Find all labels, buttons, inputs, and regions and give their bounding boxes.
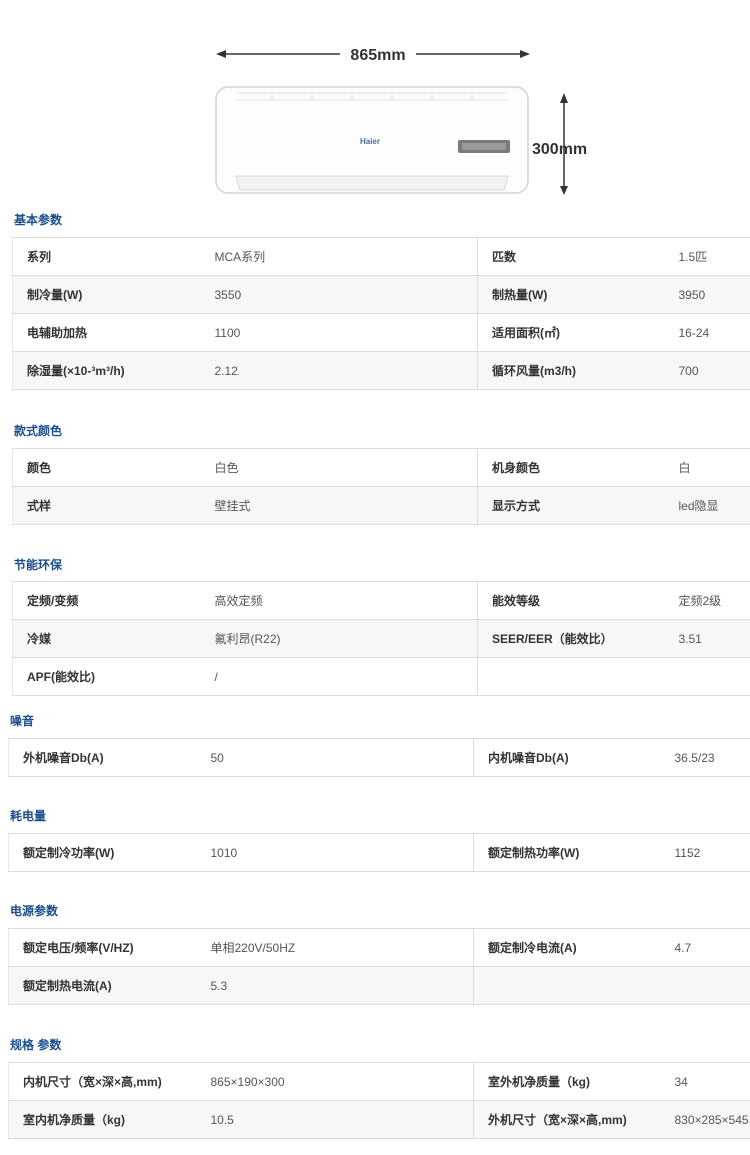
param-key: 制冷量(W) — [12, 275, 201, 314]
param-value: 3.51 — [664, 619, 750, 658]
param-key: 内机噪音Db(A) — [473, 738, 661, 777]
param-key: 额定电压/频率(V/HZ) — [8, 928, 197, 967]
param-value: 34 — [660, 1062, 750, 1101]
table-row: 电辅助加热 1100 适用面积(㎡) 16-24 — [12, 313, 750, 352]
spec-table-specifications: 内机尺寸（宽×深×高,mm) 865×190×300 室外机净质量（kg) 34… — [8, 1062, 750, 1139]
param-value: 10.5 — [196, 1100, 474, 1139]
param-key: 电辅助加热 — [12, 313, 201, 352]
spec-table-power-supply: 额定电压/频率(V/HZ) 单相220V/50HZ 额定制冷电流(A) 4.7 … — [8, 928, 750, 1005]
table-row: 内机尺寸（宽×深×高,mm) 865×190×300 室外机净质量（kg) 34 — [8, 1062, 750, 1101]
param-key: 适用面积(㎡) — [477, 313, 665, 352]
param-value: 4.7 — [660, 928, 750, 967]
table-row: 系列 MCA系列 匹数 1.5匹 — [12, 237, 750, 276]
brand-logo: Haier — [360, 137, 380, 146]
param-value: 壁挂式 — [200, 486, 478, 525]
param-key — [477, 657, 665, 696]
param-key: 额定制热电流(A) — [8, 966, 197, 1005]
table-row: 冷媒 氟利昂(R22) SEER/EER（能效比） 3.51 — [12, 619, 750, 658]
table-row: 颜色 白色 机身颜色 白 — [12, 448, 750, 487]
param-key: APF(能效比) — [12, 657, 201, 696]
param-value: 单相220V/50HZ — [196, 928, 474, 967]
param-value: 36.5/23 — [660, 738, 750, 777]
param-value: 高效定频 — [200, 581, 478, 620]
param-value: 1100 — [200, 313, 478, 352]
param-value: 50 — [196, 738, 474, 777]
param-key: 室内机净质量（kg) — [8, 1100, 197, 1139]
table-row: 式样 壁挂式 显示方式 led隐显 — [12, 486, 750, 525]
param-key: 循环风量(m3/h) — [477, 351, 665, 390]
param-value: 白色 — [200, 448, 478, 487]
param-value: 氟利昂(R22) — [200, 619, 478, 658]
width-label: 865mm — [350, 47, 405, 64]
param-key: 系列 — [12, 237, 201, 276]
table-row: 室内机净质量（kg) 10.5 外机尺寸（宽×深×高,mm) 830×285×5… — [8, 1100, 750, 1139]
param-key: 室外机净质量（kg) — [473, 1062, 661, 1101]
param-value: 白 — [664, 448, 750, 487]
section-title-energy: 节能环保 — [14, 558, 63, 572]
param-key: SEER/EER（能效比） — [477, 619, 665, 658]
param-value: MCA系列 — [200, 237, 478, 276]
param-value: / — [200, 657, 478, 696]
param-key: 外机尺寸（宽×深×高,mm) — [473, 1100, 661, 1139]
param-key: 颜色 — [12, 448, 201, 487]
table-row: 外机噪音Db(A) 50 内机噪音Db(A) 36.5/23 — [8, 738, 750, 777]
section-title-style: 款式颜色 — [14, 424, 63, 438]
param-key: 内机尺寸（宽×深×高,mm) — [8, 1062, 197, 1101]
param-value: 16-24 — [664, 313, 750, 352]
table-row: 定频/变频 高效定频 能效等级 定频2级 — [12, 581, 750, 620]
param-value: 3550 — [200, 275, 478, 314]
table-row: 额定电压/频率(V/HZ) 单相220V/50HZ 额定制冷电流(A) 4.7 — [8, 928, 750, 967]
spec-table-noise: 外机噪音Db(A) 50 内机噪音Db(A) 36.5/23 — [8, 738, 750, 777]
param-key: 外机噪音Db(A) — [8, 738, 197, 777]
param-key — [473, 966, 661, 1005]
table-row: 除湿量(×10-³m³/h) 2.12 循环风量(m3/h) 700 — [12, 351, 750, 390]
spec-table-style: 颜色 白色 机身颜色 白 式样 壁挂式 显示方式 led隐显 — [12, 448, 750, 525]
product-dimension-diagram: 865mm Haier 300mm — [215, 47, 587, 195]
section-title-basic: 基本参数 — [14, 213, 63, 227]
table-row: 制冷量(W) 3550 制热量(W) 3950 — [12, 275, 750, 314]
param-key: 制热量(W) — [477, 275, 665, 314]
param-key: 额定制冷电流(A) — [473, 928, 661, 967]
section-title-power-supply: 电源参数 — [10, 904, 59, 918]
param-value — [664, 657, 750, 696]
param-value: 865×190×300 — [196, 1062, 474, 1101]
param-key: 式样 — [12, 486, 201, 525]
param-key: 除湿量(×10-³m³/h) — [12, 351, 201, 390]
param-key: 匹数 — [477, 237, 665, 276]
param-key: 能效等级 — [477, 581, 665, 620]
table-row: 额定制冷功率(W) 1010 额定制热功率(W) 1152 — [8, 833, 750, 872]
param-key: 额定制热功率(W) — [473, 833, 661, 872]
param-value: 定频2级 — [664, 581, 750, 620]
param-key: 显示方式 — [477, 486, 665, 525]
section-title-noise: 噪音 — [10, 714, 35, 728]
section-title-power-consumption: 耗电量 — [10, 809, 47, 823]
param-value: 830×285×545 — [660, 1100, 750, 1139]
section-title-specifications: 规格 参数 — [10, 1038, 62, 1052]
param-key: 定频/变频 — [12, 581, 201, 620]
table-row: APF(能效比) / — [12, 657, 750, 696]
param-key: 额定制冷功率(W) — [8, 833, 197, 872]
param-value: 2.12 — [200, 351, 478, 390]
param-value: led隐显 — [664, 486, 750, 525]
height-label: 300mm — [532, 141, 587, 158]
spec-table-basic: 系列 MCA系列 匹数 1.5匹 制冷量(W) 3550 制热量(W) 3950… — [12, 237, 750, 390]
spec-table-energy: 定频/变频 高效定频 能效等级 定频2级 冷媒 氟利昂(R22) SEER/EE… — [12, 581, 750, 696]
param-value: 3950 — [664, 275, 750, 314]
param-key: 冷媒 — [12, 619, 201, 658]
param-value: 1152 — [660, 833, 750, 872]
param-value: 1.5匹 — [664, 237, 750, 276]
param-value: 5.3 — [196, 966, 474, 1005]
param-value: 1010 — [196, 833, 474, 872]
table-row: 额定制热电流(A) 5.3 — [8, 966, 750, 1005]
param-value: 700 — [664, 351, 750, 390]
param-key: 机身颜色 — [477, 448, 665, 487]
param-value — [660, 966, 750, 1005]
spec-table-power-consumption: 额定制冷功率(W) 1010 额定制热功率(W) 1152 — [8, 833, 750, 872]
